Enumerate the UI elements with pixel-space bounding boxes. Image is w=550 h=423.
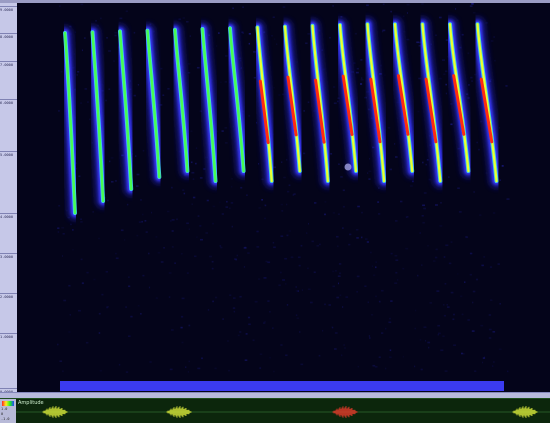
frequency-tick-label: 2.0000 <box>0 293 17 300</box>
frequency-tick-label: 6.0000 <box>0 99 17 106</box>
syllable-streak <box>223 21 251 178</box>
syllable-streak <box>58 26 82 220</box>
syllable-streak <box>360 17 392 188</box>
syllable-streak <box>85 25 111 208</box>
syllable-streak <box>168 22 195 178</box>
frequency-tick-label: 8.0000 <box>0 33 17 40</box>
waveform-panel[interactable]: 1.0 0 -1.0 Amplitude <box>0 398 550 423</box>
syllable-streak <box>113 24 139 196</box>
syllable-streak <box>305 18 335 188</box>
amplitude-tick: 1.0 <box>1 407 8 411</box>
frequency-ruler[interactable]: 9.0000 8.0000 7.0000 6.0000 5.0000 4.0000 3.00… <box>0 3 18 394</box>
syllable-streak <box>195 22 223 188</box>
syllable-streak <box>278 19 307 178</box>
spectrogram-canvas[interactable] <box>17 3 550 392</box>
syllable-streak <box>415 17 448 188</box>
syllable-streak <box>140 23 167 184</box>
frequency-tick-label: 1.0000 <box>0 333 17 340</box>
spectrogram-window: 9.0000 8.0000 7.0000 6.0000 5.0000 4.0000 3.00… <box>0 0 550 423</box>
amplitude-tick: -1.0 <box>1 417 10 421</box>
syllable-streak <box>388 17 420 178</box>
cursor-marker[interactable] <box>344 163 352 171</box>
waveform-canvas[interactable] <box>16 399 550 423</box>
spectrogram-view[interactable] <box>17 3 550 392</box>
low-frequency-band <box>60 381 504 391</box>
amplitude-tick: 0 <box>1 412 4 416</box>
amplitude-colormap-icon <box>2 401 14 406</box>
syllable-streak <box>470 17 504 188</box>
syllable-streak <box>333 18 363 178</box>
frequency-tick-label: 3.0000 <box>0 253 17 260</box>
frequency-tick-label: 5.0000 <box>0 151 17 158</box>
syllable-streak <box>250 20 279 188</box>
frequency-tick-label: 4.0000 <box>0 213 17 220</box>
syllable-streak <box>443 17 476 178</box>
frequency-tick-label: 9.0000 <box>0 6 17 13</box>
frequency-tick-label: 7.0000 <box>0 61 17 68</box>
waveform-side-ruler: 1.0 0 -1.0 <box>0 399 16 423</box>
